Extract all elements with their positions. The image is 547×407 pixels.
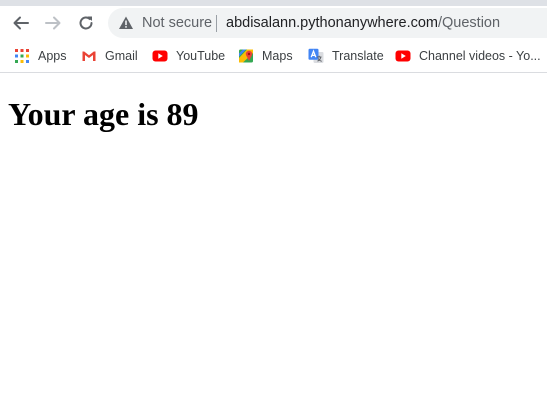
arrow-right-icon [45, 16, 61, 30]
bookmark-label: Maps [262, 48, 293, 63]
page-heading: Your age is 89 [8, 96, 199, 132]
bookmark-channel-videos[interactable]: Channel videos - Yo... [395, 47, 541, 64]
browser-toolbar: Not secure abdisalann.pythonanywhere.com… [0, 6, 547, 40]
maps-icon [239, 49, 253, 62]
bookmarks-bar: Apps Gmail YouTube Maps Translate Channe… [0, 40, 547, 73]
bookmark-apps[interactable]: Apps [14, 47, 67, 64]
reload-button[interactable] [75, 12, 97, 34]
bookmark-label: YouTube [176, 48, 226, 63]
forward-button[interactable] [42, 12, 64, 34]
arrow-left-icon [13, 16, 29, 30]
security-status-label[interactable]: Not secure [142, 15, 212, 31]
bookmark-translate[interactable]: Translate [308, 47, 384, 64]
youtube-icon [395, 50, 411, 61]
bookmark-label: Gmail [105, 48, 138, 63]
back-button[interactable] [10, 12, 32, 34]
translate-icon [308, 48, 324, 63]
page-content: Your age is 89 [0, 73, 547, 407]
address-bar[interactable]: Not secure abdisalann.pythonanywhere.com… [108, 8, 547, 38]
bookmark-gmail[interactable]: Gmail [81, 47, 138, 64]
gmail-icon [82, 51, 96, 61]
bookmark-youtube[interactable]: YouTube [152, 47, 225, 64]
url-host: abdisalann.pythonanywhere.com [226, 15, 438, 31]
bookmark-label: Translate [332, 48, 384, 63]
bookmark-label: Channel videos - Yo... [419, 48, 541, 63]
url-text[interactable]: abdisalann.pythonanywhere.com/Question [226, 15, 500, 31]
apps-grid-icon [15, 48, 29, 63]
address-divider [216, 15, 217, 32]
reload-icon [79, 16, 93, 30]
youtube-icon [152, 50, 168, 61]
bookmark-label: Apps [38, 48, 67, 63]
url-path: /Question [438, 15, 501, 31]
bookmark-maps[interactable]: Maps [238, 47, 293, 64]
warning-icon[interactable] [118, 15, 134, 31]
